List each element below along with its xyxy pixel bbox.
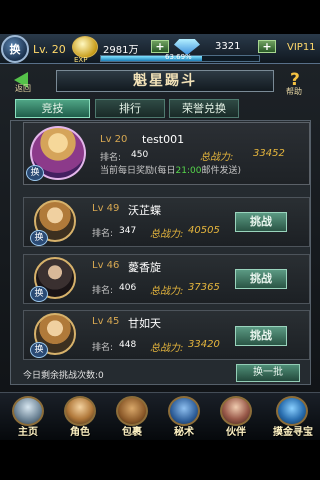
opponent-name: 薆香旋 <box>128 261 161 274</box>
nav-label: 秘术 <box>174 427 194 438</box>
daily-reward-time: 21:00 <box>175 166 202 176</box>
opponent-level: Lv 49 <box>92 203 120 214</box>
opponent-rank-label: 排名: <box>92 286 114 296</box>
exp-tag: EXP <box>74 56 88 64</box>
opponent-rank-label: 排名: <box>92 229 114 239</box>
daily-reward-suffix: 邮件发送) <box>201 166 241 176</box>
refresh-opponents-button[interactable]: 换一批 <box>236 364 300 382</box>
opponent-name: 沃芷蝶 <box>128 204 161 217</box>
bag-icon <box>116 396 148 426</box>
nav-character[interactable]: 角色 <box>58 394 102 438</box>
vip-level[interactable]: VIP11 <box>287 42 316 53</box>
help-label: 帮助 <box>286 87 302 96</box>
nav-partner[interactable]: 伙伴 <box>214 394 258 438</box>
self-power: 33452 <box>253 148 285 159</box>
opponent-rank: 406 <box>119 283 137 293</box>
partner-icon <box>220 396 252 426</box>
opponent-rank: 347 <box>119 226 137 236</box>
opponent-power-label: 总战力: <box>150 229 184 240</box>
self-name: test001 <box>142 133 185 146</box>
back-label: 返回 <box>15 84 31 93</box>
opponent-swap-badge[interactable]: 换 <box>30 286 48 302</box>
opponent-power: 33420 <box>188 339 220 350</box>
remaining-challenges-label: 今日剩余挑战次数: <box>23 371 99 381</box>
opponent-power: 40505 <box>188 225 220 236</box>
exp-percent: 63.69% <box>165 53 192 61</box>
nav-label: 包裹 <box>122 427 142 438</box>
add-gems-button[interactable]: + <box>258 40 276 53</box>
add-gold-button[interactable]: + <box>151 40 169 53</box>
opponent-swap-badge[interactable]: 换 <box>30 230 48 246</box>
opponent-rank-label: 排名: <box>92 343 114 353</box>
self-rank-label: 排名: <box>100 153 122 163</box>
help-button[interactable]: ? 帮助 <box>283 70 313 96</box>
nav-label: 主页 <box>18 427 38 438</box>
tab-arena[interactable]: 竞技 <box>15 99 90 118</box>
self-rank: 450 <box>131 150 149 160</box>
gold-coin-icon <box>72 36 98 58</box>
tab-honor-exchange[interactable]: 荣誉兑换 <box>169 99 239 118</box>
remaining-challenges: 今日剩余挑战次数:0 <box>23 368 104 381</box>
nav-bag[interactable]: 包裹 <box>110 394 154 438</box>
nav-treasure-hunt[interactable]: 摸金寻宝 <box>266 394 320 438</box>
opponent-name: 甘如天 <box>128 317 161 330</box>
daily-reward-prefix: 当前每日奖励(每日 <box>100 166 176 176</box>
opponent-power-label: 总战力: <box>150 286 184 297</box>
challenge-button[interactable]: 挑战 <box>235 212 287 232</box>
self-power-label: 总战力: <box>200 152 234 163</box>
spellbook-icon <box>168 396 200 426</box>
nav-home[interactable]: 主页 <box>6 394 50 438</box>
nav-spellbook[interactable]: 秘术 <box>162 394 206 438</box>
self-level: Lv 20 <box>100 134 128 145</box>
avatar-switch-button[interactable]: 换 <box>1 35 29 63</box>
opponent-rank: 448 <box>119 340 137 350</box>
back-button[interactable]: 返回 <box>10 72 40 94</box>
opponent-power: 37365 <box>188 282 220 293</box>
opponent-level: Lv 45 <box>92 316 120 327</box>
nav-label: 角色 <box>70 427 90 438</box>
nav-label: 摸金寻宝 <box>273 427 313 438</box>
daily-reward-note: 当前每日奖励(每日21:00邮件发送) <box>100 163 241 176</box>
gold-amount: 2981万 <box>103 45 139 56</box>
opponent-power-label: 总战力: <box>150 343 184 354</box>
nav-label: 伙伴 <box>226 427 246 438</box>
home-icon <box>12 396 44 426</box>
self-swap-badge[interactable]: 换 <box>26 165 44 181</box>
challenge-button[interactable]: 挑战 <box>235 326 287 346</box>
opponent-level: Lv 46 <box>92 260 120 271</box>
opponent-swap-badge[interactable]: 换 <box>30 342 48 358</box>
tab-ranking[interactable]: 排行 <box>95 99 165 118</box>
treasure-icon <box>276 396 308 426</box>
character-icon <box>64 396 96 426</box>
page-title: 魁星踢斗 <box>56 70 274 92</box>
player-level: Lv. 20 <box>33 43 66 56</box>
challenge-button[interactable]: 挑战 <box>235 269 287 289</box>
remaining-challenges-count: 0 <box>98 371 104 381</box>
gem-amount: 3321 <box>215 41 241 52</box>
